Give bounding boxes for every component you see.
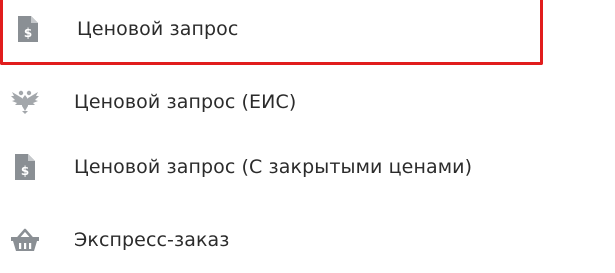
request-type-menu: $ Ценовой запрос Ценовой запрос (ЕИС) $ … xyxy=(0,0,615,273)
svg-text:$: $ xyxy=(24,26,32,40)
svg-text:$: $ xyxy=(21,164,29,178)
menu-item-label: Экспресс-заказ xyxy=(74,229,230,251)
menu-item-price-request[interactable]: $ Ценовой запрос xyxy=(0,0,543,65)
menu-item-express-order[interactable]: Экспресс-заказ xyxy=(0,214,615,266)
menu-item-label: Ценовой запрос xyxy=(77,18,239,40)
menu-item-label: Ценовой запрос (ЕИС) xyxy=(74,91,297,113)
menu-item-label: Ценовой запрос (С закрытыми ценами) xyxy=(74,156,473,178)
menu-item-price-request-eis[interactable]: Ценовой запрос (ЕИС) xyxy=(0,76,615,128)
price-document-icon: $ xyxy=(13,14,43,44)
double-eagle-emblem-icon xyxy=(10,87,40,117)
menu-item-price-request-closed-prices[interactable]: $ Ценовой запрос (С закрытыми ценами) xyxy=(0,141,615,193)
shopping-basket-icon xyxy=(10,225,40,255)
price-document-icon: $ xyxy=(10,152,40,182)
